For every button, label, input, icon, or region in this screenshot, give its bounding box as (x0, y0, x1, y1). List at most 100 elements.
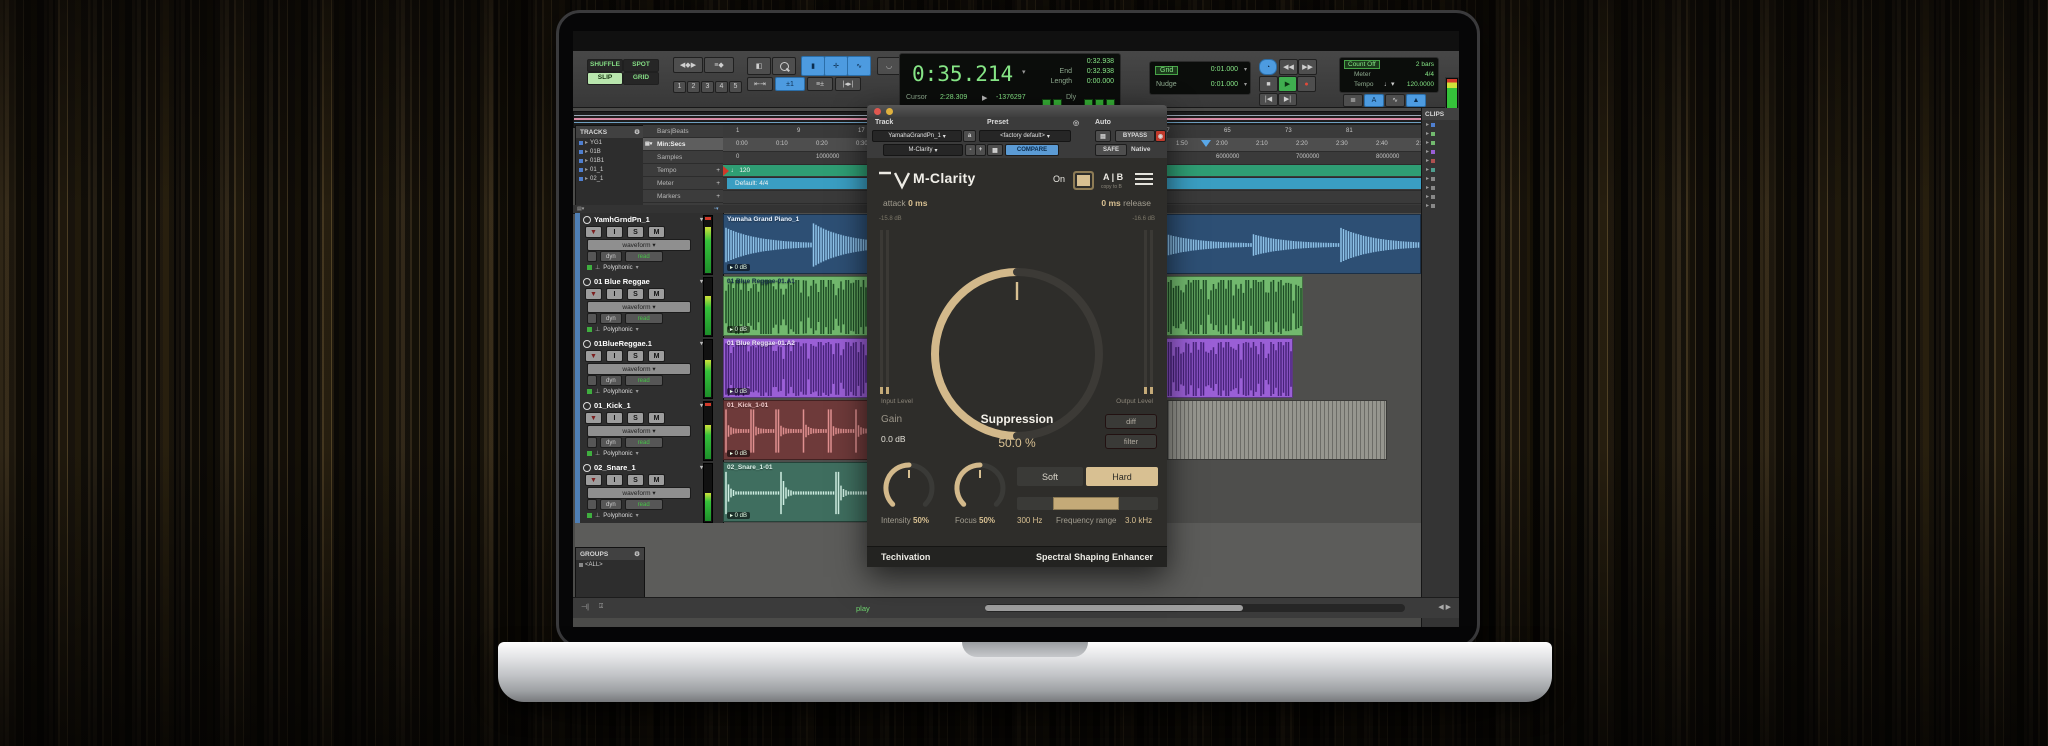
copy-to-b-button[interactable]: copy to B (1101, 184, 1122, 190)
ruler-label-meter[interactable]: Meter+ (643, 177, 723, 190)
zoom-in-button[interactable]: ≡◆ (704, 57, 734, 73)
grid-value[interactable]: 0:01.000 (1211, 66, 1238, 73)
solo-button[interactable]: S (627, 412, 644, 424)
ruler-label-min-secs[interactable]: ▤▾Min:Secs (643, 138, 723, 151)
plugin-titlebar[interactable] (867, 105, 1167, 117)
counter-dropdown-icon[interactable]: ▾ (1022, 68, 1026, 76)
track-view-selector[interactable]: waveform ▾ (587, 301, 691, 313)
dyn-button[interactable]: dyn (600, 499, 622, 510)
tool-trim-button[interactable]: ◧ (747, 57, 771, 75)
groups-gear-icon[interactable]: ⚙ (634, 550, 640, 558)
main-counter-value[interactable]: 0:35.214 (912, 62, 1013, 86)
automation-mode-button[interactable]: read (625, 313, 663, 324)
track-view-selector[interactable]: waveform ▾ (587, 239, 691, 251)
track-list-item[interactable]: ▸01_1 (576, 165, 644, 174)
automation-mode-button[interactable]: read (625, 375, 663, 386)
ruler-label-markers[interactable]: Markers+ (643, 190, 723, 203)
soft-button[interactable]: Soft (1017, 467, 1083, 486)
record-enable-button[interactable]: ▼ (585, 412, 602, 424)
input-monitor-button[interactable]: I (606, 474, 623, 486)
record-button[interactable]: ● (1297, 76, 1316, 92)
elastic-audio-button[interactable] (587, 437, 597, 448)
mode-slip-button[interactable]: SLIP (587, 72, 623, 85)
input-monitor-button[interactable]: I (606, 288, 623, 300)
save-preset-icon[interactable]: ▦ (987, 144, 1003, 156)
rewind-button[interactable]: ◀◀ (1279, 59, 1298, 75)
clip-list-item[interactable]: ▸ (1422, 192, 1459, 201)
tool-grabber-button[interactable]: ✛ (824, 56, 848, 76)
clip-list-item[interactable]: ▸ (1422, 165, 1459, 174)
group-item[interactable]: <ALL> (576, 560, 644, 569)
input-monitor-button[interactable]: I (606, 350, 623, 362)
suppression-knob[interactable] (867, 208, 1167, 468)
diff-button[interactable]: diff (1105, 414, 1157, 429)
voice-selector[interactable]: Polyphonic (603, 513, 632, 519)
elastic-audio-button[interactable] (587, 313, 597, 324)
release-value[interactable]: 0 ms (1101, 198, 1120, 208)
tool-scrub-button[interactable]: ◡ (877, 57, 901, 75)
tab-to-transient-button[interactable]: ⇤⇥ (747, 77, 773, 91)
clock-selector-icon[interactable]: ◔▾ (713, 206, 719, 212)
track-name[interactable]: 01_Kick_1▾ (583, 400, 703, 411)
automation-mode-button[interactable]: read (625, 437, 663, 448)
track-list-item[interactable]: ▸01B1 (576, 156, 644, 165)
dyn-button[interactable]: dyn (600, 437, 622, 448)
keyboard-focus-icon[interactable]: ⊣| (581, 603, 589, 611)
voice-selector[interactable]: Polyphonic (603, 389, 632, 395)
mute-button[interactable]: M (648, 226, 665, 238)
return-to-zero-button[interactable]: |◀ (1259, 93, 1278, 106)
solo-button[interactable]: S (627, 350, 644, 362)
zoom-preset-3[interactable]: 3 (701, 81, 714, 93)
clip-list-item[interactable]: ▸ (1422, 138, 1459, 147)
elastic-audio-button[interactable] (587, 375, 597, 386)
target-button[interactable]: ◉ (1155, 130, 1166, 142)
preset-selector[interactable]: <factory default>▾ (979, 130, 1071, 142)
preset-gear-icon[interactable]: ◎ (1073, 119, 1079, 127)
scroll-arrows-icon[interactable]: ◀ ▶ (1438, 603, 1451, 611)
plugin-selector[interactable]: M-Clarity▾ (883, 144, 963, 156)
record-enable-button[interactable]: ▼ (585, 288, 602, 300)
grid-dropdown-icon[interactable]: ▾ (1244, 66, 1247, 73)
ab-switch[interactable]: A | B (1103, 172, 1123, 182)
clip-gain-badge[interactable]: ▸ 0 dB (727, 326, 750, 333)
solo-button[interactable]: S (627, 474, 644, 486)
zoom-out-button[interactable]: ◀◆▶ (673, 57, 703, 73)
tempo-marker-icon[interactable] (723, 166, 729, 176)
scrollbar-thumb[interactable] (985, 605, 1243, 611)
offline-clip[interactable] (1167, 400, 1387, 460)
nudge-dropdown-icon[interactable]: ▾ (1244, 81, 1247, 88)
record-enable-button[interactable]: ▼ (585, 350, 602, 362)
track-header[interactable]: 01 Blue Reggae▾ ▼ I S M waveform ▾ dyn r… (575, 275, 724, 337)
track-view-selector[interactable]: waveform ▾ (587, 425, 691, 437)
hard-button[interactable]: Hard (1086, 467, 1158, 486)
grid-mode-button[interactable]: Grid (1155, 66, 1178, 75)
elastic-audio-button[interactable] (587, 251, 597, 262)
track-list-item[interactable]: ▸02_1 (576, 174, 644, 183)
track-header[interactable]: 01BlueReggae.1▾ ▼ I S M waveform ▾ dyn r… (575, 337, 724, 399)
mute-button[interactable]: M (648, 412, 665, 424)
safe-button[interactable]: SAFE (1095, 144, 1127, 156)
edit-zoom-button[interactable]: ±1 (775, 77, 805, 91)
tool-smart-button[interactable]: ∿ (847, 56, 871, 76)
mode-grid-button[interactable]: GRID (623, 72, 659, 85)
track-selector[interactable]: YamahaGrandPn_1▾ (872, 130, 962, 142)
horizontal-scrollbar[interactable] (985, 604, 1405, 612)
tempo-ruler-button[interactable]: A (1364, 94, 1384, 107)
audio-zoom-icon[interactable]: ⍗ (599, 603, 603, 611)
voice-selector[interactable]: Polyphonic (603, 265, 632, 271)
mirror-edit-button[interactable]: ≡± (807, 77, 833, 91)
ruler-label-bars-beats[interactable]: Bars|Beats (643, 125, 723, 138)
track-name[interactable]: 01BlueReggae.1▾ (583, 338, 703, 349)
frequency-range-handle[interactable] (1053, 497, 1119, 510)
voice-selector[interactable]: Polyphonic (603, 451, 632, 457)
compare-button[interactable]: COMPARE (1005, 144, 1059, 156)
minimize-window-icon[interactable] (886, 108, 893, 115)
track-list-item[interactable]: ▸YG1 (576, 138, 644, 147)
magnifier-icon[interactable] (772, 57, 796, 75)
track-name[interactable]: YamhGrndPn_1▾ (583, 214, 703, 225)
close-window-icon[interactable] (874, 108, 881, 115)
zoom-preset-5[interactable]: 5 (729, 81, 742, 93)
zoom-preset-2[interactable]: 2 (687, 81, 700, 93)
input-monitor-button[interactable]: I (606, 226, 623, 238)
dyn-button[interactable]: dyn (600, 251, 622, 262)
